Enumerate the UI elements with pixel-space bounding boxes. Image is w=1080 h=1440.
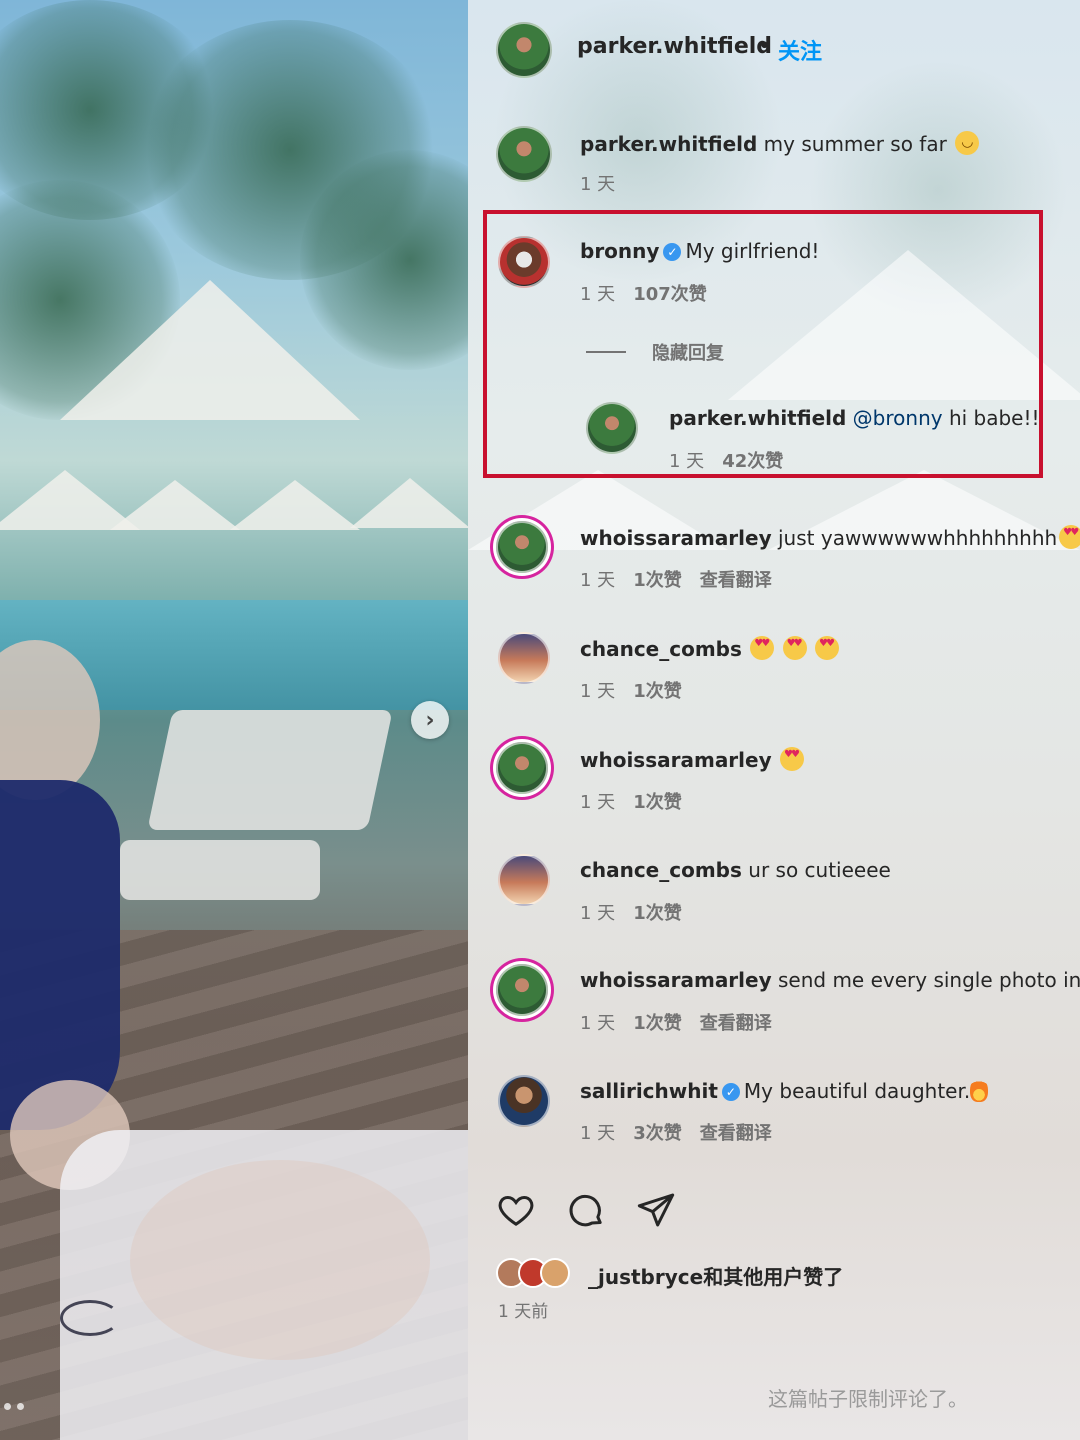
comment-time: 1 天 [580,681,616,702]
comment-likes[interactable]: 3次赞 [633,1119,682,1145]
translate-link[interactable]: 查看翻译 [700,1119,772,1145]
comment-body: just yawwwwwwhhhhhhhhh [778,526,1058,550]
reply-mention[interactable]: @bronny [853,406,943,430]
comment-likes[interactable]: 1次赞 [633,899,682,925]
translate-link[interactable]: 查看翻译 [700,1009,772,1035]
heart-eyes-emoji [814,636,839,660]
comment-time: 1 天 [580,792,616,813]
comment-meta: 1 天 107次赞 [580,280,707,306]
fire-emoji [970,1078,989,1102]
likers-avatars [496,1258,586,1288]
post-photo [0,0,468,1440]
reply-text: parker.whitfield @bronny hi babe!! [669,406,1040,430]
heart-eyes-emoji [1059,525,1080,549]
verified-badge-icon: ✓ [721,1083,740,1101]
comment-username[interactable]: whoissaramarley [580,748,772,772]
comment-username[interactable]: whoissaramarley [580,526,772,550]
comment-meta: 1 天 1次赞 查看翻译 [580,566,772,592]
comment-text: whoissaramarley send me every single pho… [580,968,1080,992]
comment-avatar[interactable] [498,1075,550,1127]
likes-summary[interactable]: _justbryce和其他用户赞了 [588,1261,843,1290]
reply-meta: 1 天 42次赞 [669,447,783,473]
heart-eyes-emoji [782,636,807,660]
comment-time: 1 天 [580,570,616,591]
comment-text: sallirichwhit ✓ My beautiful daughter. [580,1078,989,1103]
heart-icon[interactable] [496,1190,536,1230]
header-separator: • [758,34,771,59]
comment-username[interactable]: bronny [580,239,659,263]
comment-username[interactable]: whoissaramarley [580,968,772,992]
reply-avatar[interactable] [586,402,638,454]
caption-text: parker.whitfield my summer so far [580,131,980,156]
author-avatar[interactable] [496,22,552,78]
comment-text: whoissaramarley just yawwwwwwhhhhhhhhh [580,525,1080,550]
comment-time: 1 天 [580,1013,616,1034]
comment-time: 1 天 [580,1123,616,1144]
reply-body: hi babe!! [948,406,1040,430]
comment-meta: 1 天 1次赞 [580,899,682,925]
comment-text: chance_combs ur so cutieeee [580,858,891,882]
comment-username[interactable]: chance_combs [580,637,742,661]
carousel-dots [4,1403,24,1410]
comment-time: 1 天 [580,903,616,924]
comment-likes[interactable]: 1次赞 [633,677,682,703]
comment-body: ur so cutieeee [748,858,891,882]
comment-avatar[interactable] [496,742,548,794]
comment-meta: 1 天 1次赞 查看翻译 [580,1009,772,1035]
reply-time: 1 天 [669,451,705,472]
caption-body: my summer so far [763,132,947,156]
comment-avatar[interactable] [498,632,550,684]
comments-limited-notice: 这篇帖子限制评论了。 [768,1387,968,1411]
caption-time: 1 天 [580,174,616,195]
comment-likes[interactable]: 1次赞 [633,1009,682,1035]
paper-plane-icon[interactable] [636,1190,676,1230]
comment-username[interactable]: chance_combs [580,858,742,882]
comment-body: send me every single photo in y [778,968,1080,992]
hugging-face-emoji [955,131,980,155]
comment-avatar[interactable] [496,964,548,1016]
reply-username[interactable]: parker.whitfield [669,406,846,430]
translate-link[interactable]: 查看翻译 [700,566,772,592]
comment-meta: 1 天 1次赞 [580,677,682,703]
comment-meta: 1 天 3次赞 查看翻译 [580,1119,772,1145]
heart-eyes-emoji [780,747,804,771]
author-username[interactable]: parker.whitfield [577,34,772,59]
comment-time: 1 天 [580,284,616,305]
comment-body: My beautiful daughter. [743,1079,971,1103]
comment-text: bronny ✓ My girlfriend! [580,239,819,263]
follow-button[interactable]: 关注 [778,34,822,66]
comment-icon[interactable] [566,1190,606,1230]
hide-replies-button[interactable]: 隐藏回复 [652,339,724,365]
comment-meta: 1 天 1次赞 [580,788,682,814]
post-time: 1 天前 [498,1302,549,1322]
reply-divider [586,351,626,353]
comment-avatar[interactable] [496,521,548,573]
comment-likes[interactable]: 1次赞 [633,788,682,814]
comment-avatar[interactable] [498,236,550,288]
comment-text: whoissaramarley [580,747,804,772]
reply-likes[interactable]: 42次赞 [722,447,783,473]
comment-likes[interactable]: 107次赞 [633,280,707,306]
comment-username[interactable]: sallirichwhit [580,1079,718,1103]
next-photo-button[interactable]: › [411,701,449,739]
caption-username[interactable]: parker.whitfield [580,132,757,156]
action-bar [496,1190,676,1230]
comment-body: My girlfriend! [685,239,820,263]
caption-avatar[interactable] [496,126,552,182]
verified-badge-icon: ✓ [663,243,682,261]
heart-eyes-emoji [750,636,775,660]
comment-likes[interactable]: 1次赞 [633,566,682,592]
caption-meta: 1 天 [580,170,615,196]
comment-avatar[interactable] [498,854,550,906]
comment-text: chance_combs [580,636,839,661]
